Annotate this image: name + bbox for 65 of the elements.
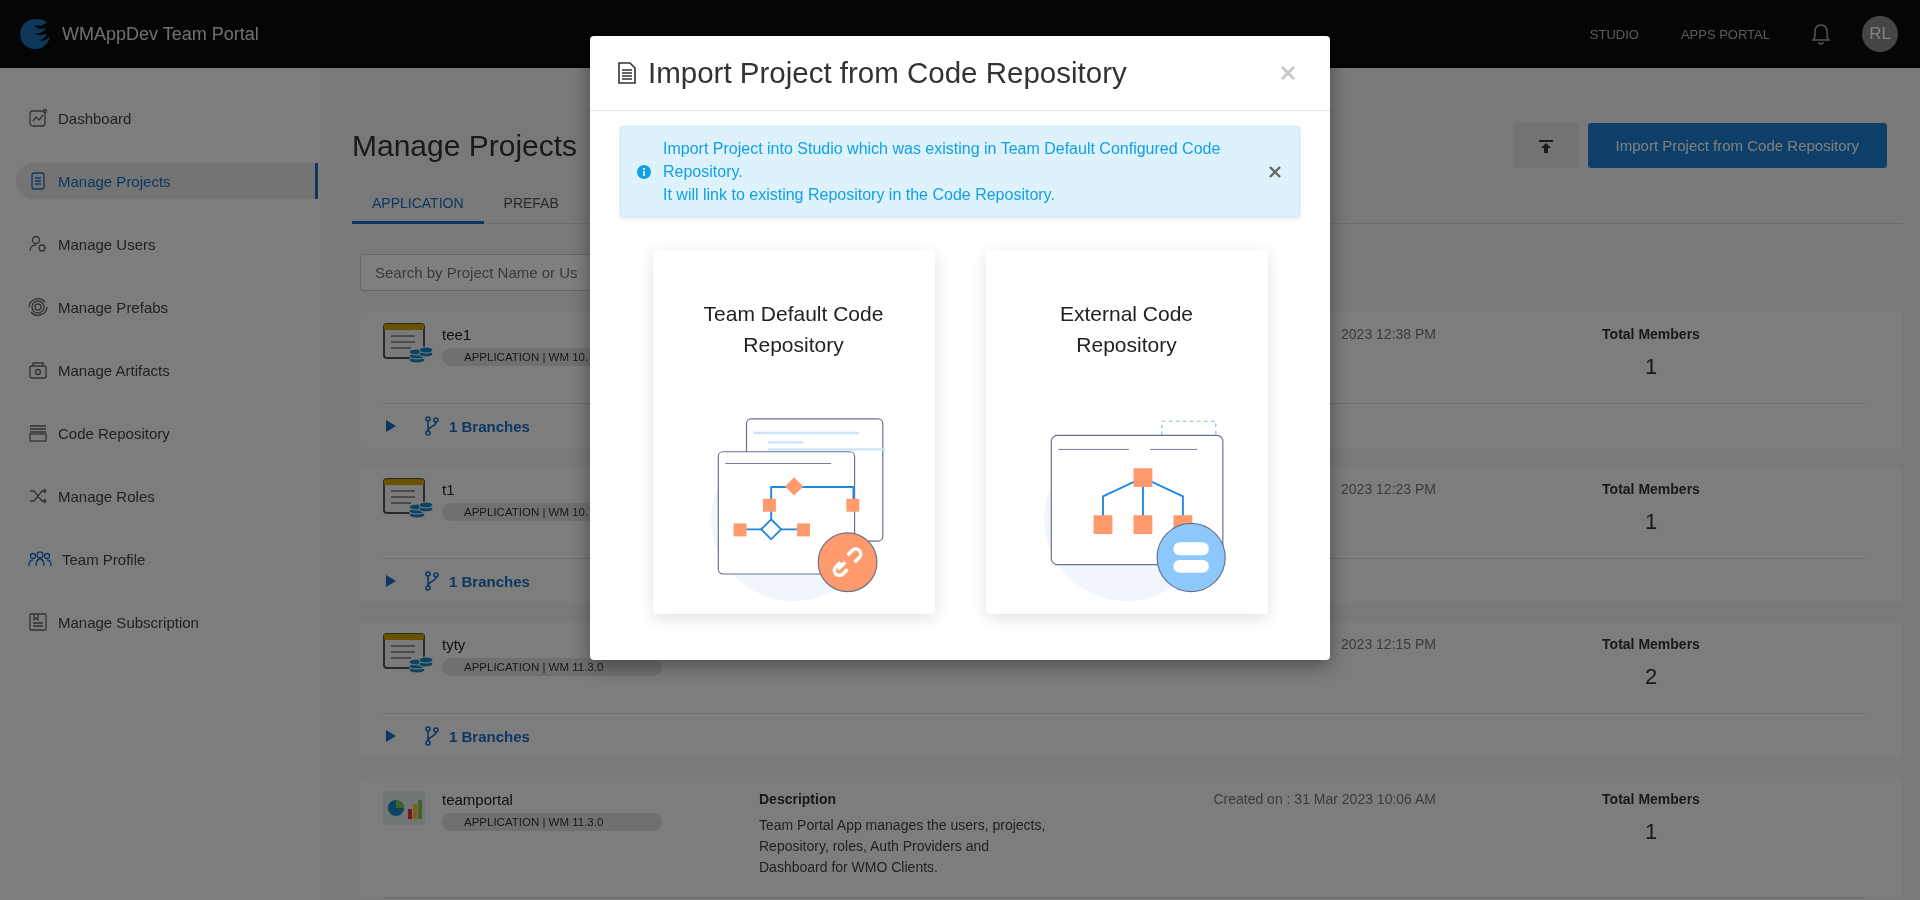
import-button[interactable]: Import Project from Code Repository <box>1587 123 1887 168</box>
shuffle-icon <box>28 486 48 506</box>
branch-icon <box>425 726 439 746</box>
modal-title: Import Project from Code Repository <box>648 56 1128 90</box>
upload-button[interactable] <box>1512 123 1579 168</box>
members-label: Total Members <box>1602 326 1700 342</box>
project-type-badge: APPLICATION | WM 11.3.0 <box>442 813 662 831</box>
upload-icon <box>1537 137 1554 154</box>
members-count: 1 <box>1644 819 1658 845</box>
close-icon <box>1269 165 1281 178</box>
branch-icon <box>425 571 439 591</box>
box-icon <box>28 360 48 380</box>
members-count: 1 <box>1644 509 1658 535</box>
notebook-icon <box>28 612 48 632</box>
nav-link[interactable]: STUDIO <box>1589 26 1639 42</box>
close-icon <box>1280 65 1296 81</box>
branches-link[interactable]: 1 Branches <box>449 417 530 435</box>
database-window-icon <box>383 632 435 676</box>
sidebar-item[interactable]: Manage Subscription <box>16 604 318 640</box>
nav-link[interactable]: APPS PORTAL <box>1680 26 1770 42</box>
sidebar-item[interactable]: Team Profile <box>16 541 318 577</box>
people-icon <box>28 549 52 569</box>
members-count: 1 <box>1644 354 1658 380</box>
alert-message: It will link to existing Repository in the Code Repository. <box>663 185 1056 205</box>
repository-option-card[interactable]: Team Default Code Repository <box>652 250 935 614</box>
branches-link[interactable]: 1 Branches <box>449 727 530 745</box>
project-type-badge: APPLICATION | WM 11.3.0 <box>442 658 662 676</box>
sidebar-item[interactable]: Manage Users <box>16 226 318 262</box>
members-label: Total Members <box>1602 481 1700 497</box>
tray-icon <box>28 423 48 443</box>
tab[interactable]: PREFAB <box>483 185 579 224</box>
info-icon <box>637 164 651 179</box>
branches-link[interactable]: 1 Branches <box>449 572 530 590</box>
expand-triangle-icon[interactable] <box>385 574 397 588</box>
page-title: Manage Projects <box>352 128 578 163</box>
repository-option-card[interactable]: External Code Repository <box>985 250 1268 614</box>
members-count: 2 <box>1644 664 1658 690</box>
members-label: Total Members <box>1602 636 1700 652</box>
document-icon <box>618 62 636 84</box>
expand-triangle-icon[interactable] <box>385 419 397 433</box>
sidebar-item[interactable]: Manage Prefabs <box>16 289 318 325</box>
created-date: Created on : 31 Mar 2023 10:06 AM <box>1212 791 1436 809</box>
app-title: WMAppDev Team Portal <box>62 23 259 45</box>
database-window-icon <box>383 477 435 521</box>
alert-message: Import Project into Studio which was existing in Team Default Configured Code Repository. <box>663 139 1222 182</box>
created-date: 2023 12:15 PM <box>1340 636 1436 654</box>
document-icon <box>28 171 48 191</box>
notification-bell-icon[interactable] <box>1812 23 1830 45</box>
tab[interactable]: APPLICATION <box>352 185 484 224</box>
sidebar-item[interactable]: Manage Artifacts <box>16 352 318 388</box>
description-text: Team Portal App manages the users, projects, Repository, roles, Auth Providers and Dashboard for WMO Clients. <box>759 816 1047 877</box>
project-name[interactable]: teamportal <box>442 791 759 808</box>
members-label: Total Members <box>1602 791 1700 807</box>
chart-icon <box>28 108 48 128</box>
sidebar-item[interactable]: Code Repository <box>16 415 318 451</box>
sidebar-item[interactable]: Manage Projects <box>16 163 318 199</box>
expand-triangle-icon[interactable] <box>385 729 397 743</box>
created-date: 2023 12:23 PM <box>1340 481 1436 499</box>
description-label: Description <box>759 791 837 807</box>
sidebar-item[interactable]: Manage Roles <box>16 478 318 514</box>
sidebar-item[interactable]: Dashboard <box>16 100 318 136</box>
branch-icon <box>425 416 439 436</box>
logo-icon <box>18 17 52 51</box>
database-window-icon <box>383 322 435 366</box>
alert-close-button[interactable] <box>1267 165 1283 178</box>
